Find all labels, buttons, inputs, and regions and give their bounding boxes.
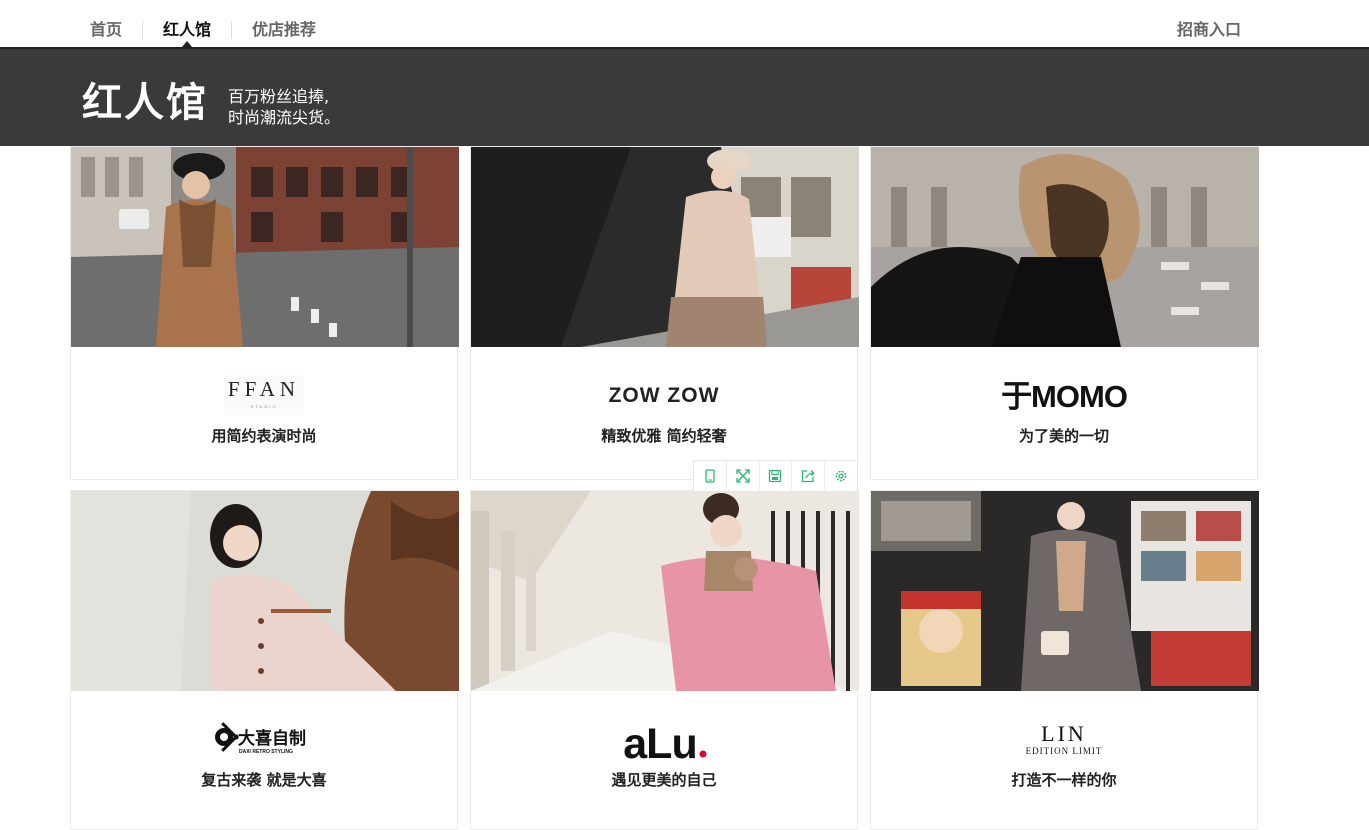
phone-preview-button[interactable] <box>694 461 727 491</box>
fullscreen-icon <box>736 469 750 483</box>
brand-subtitle: DAXI RETRO STYLING <box>239 749 293 755</box>
shop-logo: aLu <box>471 719 857 768</box>
shop-tagline: 打造不一样的你 <box>1011 771 1117 789</box>
shop-card-yumomo[interactable]: 于MOMO 为了美的一切 <box>870 146 1259 480</box>
brand-wordmark: ZOW ZOW <box>609 384 720 407</box>
floating-toolbar <box>693 460 858 492</box>
tab-influencer-hall[interactable]: 红人馆 <box>163 19 211 41</box>
slogan-line: 百万粉丝追捧, <box>228 87 330 106</box>
shop-logo: 于MOMO <box>871 375 1257 414</box>
hall-banner: 红人馆 百万粉丝追捧, 时尚潮流尖货。 <box>0 49 1369 146</box>
shop-card-zowzow[interactable]: ZOW ZOW 精致优雅 简约轻奢 <box>470 146 859 480</box>
shop-photo <box>871 147 1259 347</box>
save-icon <box>769 469 782 483</box>
banner-slogan: 百万粉丝追捧, 时尚潮流尖货。 <box>228 86 340 128</box>
brand-wordmark: aLu <box>623 720 696 763</box>
shop-photo <box>471 491 859 691</box>
slogan-line: 时尚潮流尖货。 <box>228 108 341 127</box>
share-icon <box>802 470 816 483</box>
shop-tagline: 复古来袭 就是大喜 <box>201 771 327 789</box>
shop-logo: FFAN STUDIO <box>71 375 457 415</box>
settings-icon <box>835 470 847 482</box>
shop-tagline: 用简约表演时尚 <box>211 427 317 445</box>
shop-tagline: 为了美的一切 <box>1018 427 1109 445</box>
nav-divider <box>142 21 143 39</box>
phone-icon <box>705 469 715 483</box>
settings-button[interactable] <box>825 461 857 491</box>
save-button[interactable] <box>760 461 793 491</box>
brand-subtitle: EDITION LIMIT <box>1026 746 1103 756</box>
fullscreen-button[interactable] <box>727 461 760 491</box>
shop-logo: 大喜自制 DAXI RETRO STYLING <box>71 719 457 755</box>
brand-wordmark: FFAN <box>228 377 300 401</box>
nav-divider <box>231 21 232 39</box>
shop-card-daxi[interactable]: 大喜自制 DAXI RETRO STYLING 复古来袭 就是大喜 <box>70 490 459 830</box>
shop-tagline: 遇见更美的自己 <box>611 771 717 789</box>
merchant-entry-link[interactable]: 招商入口 <box>1177 19 1241 41</box>
brand-dot <box>699 750 707 758</box>
shop-photo <box>471 147 859 347</box>
top-nav: 首页 红人馆 优店推荐 招商入口 <box>0 0 1369 47</box>
shop-logo: ZOW ZOW <box>471 375 857 409</box>
share-button[interactable] <box>792 461 826 491</box>
banner-title: 红人馆 <box>82 80 208 126</box>
shop-card-alu[interactable]: aLu 遇见更美的自己 <box>470 490 859 830</box>
brand-wordmark: LIN <box>1041 721 1087 746</box>
brand-wordmark: 于MOMO <box>1001 379 1127 414</box>
shop-photo <box>71 491 459 691</box>
tab-recommended-shops[interactable]: 优店推荐 <box>252 19 316 41</box>
shop-tagline: 精致优雅 简约轻奢 <box>601 427 727 445</box>
brand-wordmark: 大喜自制 <box>238 728 306 748</box>
tab-home[interactable]: 首页 <box>90 19 122 41</box>
shop-logo: LIN EDITION LIMIT <box>871 719 1257 756</box>
brand-subtitle: STUDIO <box>250 404 277 409</box>
shop-card-ffan[interactable]: FFAN STUDIO 用简约表演时尚 <box>70 146 459 480</box>
shop-photo <box>71 147 459 347</box>
shop-card-lin[interactable]: LIN EDITION LIMIT 打造不一样的你 <box>870 490 1259 830</box>
shop-photo <box>871 491 1259 691</box>
